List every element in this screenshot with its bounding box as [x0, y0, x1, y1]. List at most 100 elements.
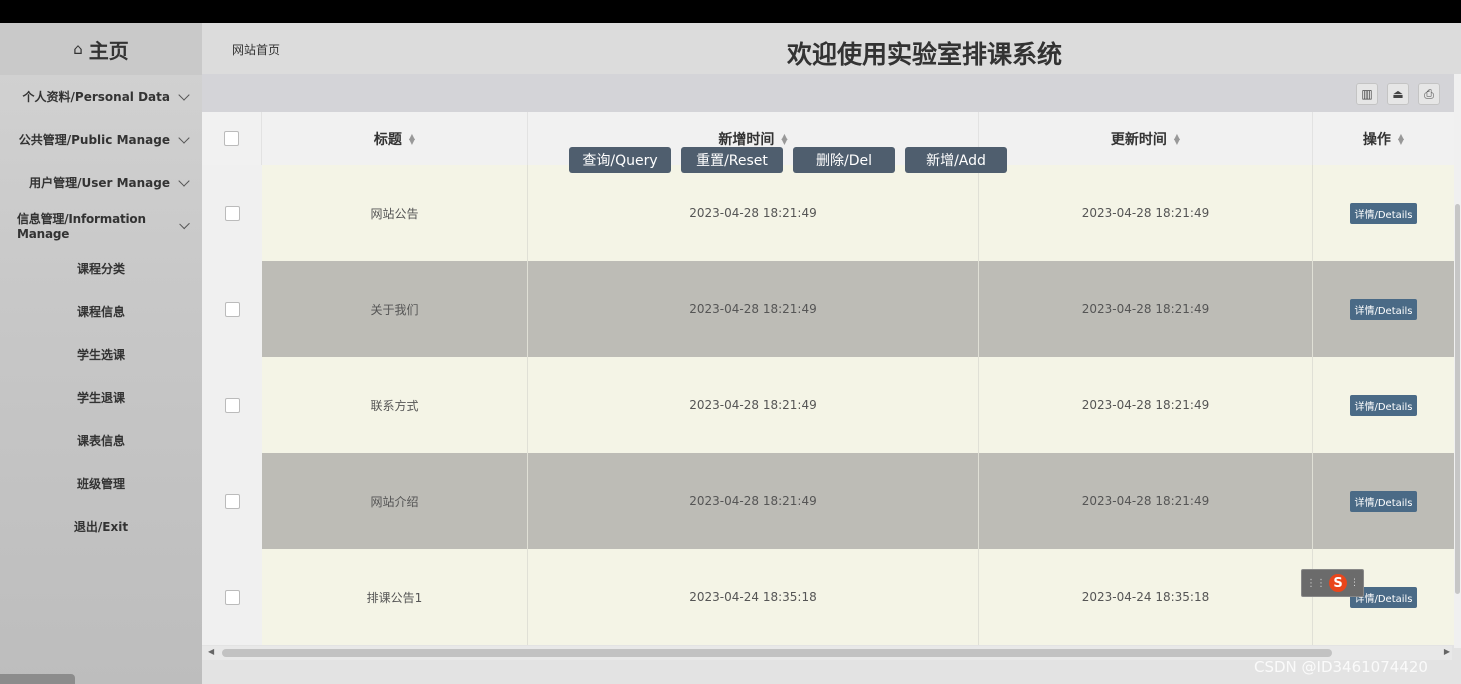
column-label: 更新时间	[1110, 131, 1167, 148]
cell-title: 关于我们	[262, 261, 528, 357]
cell-action: 详情/Details	[1313, 357, 1454, 453]
query-button[interactable]: 查询/Query	[569, 147, 671, 173]
cell-created: 2023-04-28 18:21:49	[528, 165, 979, 261]
submenu-course-info[interactable]: 课程信息	[0, 290, 202, 333]
row-checkbox[interactable]	[224, 301, 240, 317]
menu-label: 公共管理/Public Manage	[18, 133, 170, 147]
row-checkbox[interactable]	[224, 589, 240, 605]
cell-updated: 2023-04-24 18:35:18	[979, 549, 1313, 645]
submenu-student-select[interactable]: 学生选课	[0, 333, 202, 376]
table-row[interactable]: 排课公告1 2023-04-24 18:35:18 2023-04-24 18:35…	[202, 549, 1454, 645]
row-checkbox-cell	[202, 261, 262, 357]
breadcrumb[interactable]: 网站首页	[232, 41, 280, 58]
submenu-student-drop[interactable]: 学生退课	[0, 376, 202, 419]
submenu-schedule-info[interactable]: 课表信息	[0, 419, 202, 462]
home-icon: ⌂	[73, 40, 83, 58]
menu-information-manage[interactable]: 信息管理/Information Manage	[0, 204, 202, 247]
details-button[interactable]: 详情/Details	[1350, 202, 1417, 224]
column-label: 新增时间	[718, 131, 775, 148]
menu-public-manage[interactable]: 公共管理/Public Manage	[0, 118, 202, 161]
chevron-down-icon	[178, 174, 190, 187]
header-checkbox-cell	[202, 112, 262, 165]
cell-created: 2023-04-28 18:21:49	[528, 357, 979, 453]
cell-updated: 2023-04-28 18:21:49	[979, 261, 1313, 357]
grip-icon: ⋮⋮	[1306, 577, 1326, 589]
submenu-course-category[interactable]: 课程分类	[0, 247, 202, 290]
ime-toolbar[interactable]: ⋮⋮ S ⋮	[1301, 569, 1364, 597]
cell-action: 详情/Details	[1313, 261, 1454, 357]
table-row[interactable]: 关于我们 2023-04-28 18:21:49 2023-04-28 18:21:…	[202, 261, 1454, 357]
scroll-left-arrow-icon[interactable]: ◀	[208, 647, 214, 656]
column-label: 标题	[373, 131, 402, 148]
row-checkbox-cell	[202, 357, 262, 453]
column-header-action[interactable]: 操作 ▲ ▼	[1313, 112, 1454, 165]
menu-user-manage[interactable]: 用户管理/User Manage	[0, 161, 202, 204]
details-button[interactable]: 详情/Details	[1350, 298, 1417, 320]
cell-created: 2023-04-28 18:21:49	[528, 453, 979, 549]
cell-action: 详情/Details	[1313, 165, 1454, 261]
menu-label: 信息管理/Information Manage	[17, 212, 146, 241]
sort-icon: ▲ ▼	[781, 131, 788, 146]
menu-label: 用户管理/User Manage	[29, 176, 170, 190]
action-buttons: 查询/Query 重置/Reset 删除/Del 新增/Add	[569, 147, 1007, 173]
cell-title: 联系方式	[262, 357, 528, 453]
row-checkbox-cell	[202, 453, 262, 549]
cell-updated: 2023-04-28 18:21:49	[979, 165, 1313, 261]
cell-updated: 2023-04-28 18:21:49	[979, 453, 1313, 549]
watermark: CSDN @ID3461074420	[1254, 658, 1428, 676]
cell-title: 排课公告1	[262, 549, 528, 645]
sort-icon: ▲ ▼	[1397, 131, 1405, 146]
row-checkbox[interactable]	[224, 205, 240, 221]
table-row[interactable]: 联系方式 2023-04-28 18:21:49 2023-04-28 18:21:…	[202, 357, 1454, 453]
chevron-down-icon	[178, 131, 190, 144]
top-black-bar	[0, 0, 1461, 23]
scroll-right-arrow-icon[interactable]: ▶	[1444, 647, 1450, 656]
row-checkbox[interactable]	[224, 493, 240, 509]
table-row[interactable]: 网站公告 2023-04-28 18:21:49 2023-04-28 18:21:…	[202, 165, 1454, 261]
select-all-checkbox[interactable]	[224, 131, 239, 146]
menu-label: 个人资料/Personal Data	[22, 90, 170, 104]
horizontal-scroll-thumb[interactable]	[222, 649, 1332, 657]
chevron-down-icon	[178, 88, 190, 101]
table-toolbar: ▥ ⏏ ⎙	[202, 74, 1454, 112]
sidebar-menu: 个人资料/Personal Data 公共管理/Public Manage 用户…	[0, 75, 202, 548]
cell-created: 2023-04-28 18:21:49	[528, 261, 979, 357]
column-label: 操作	[1362, 131, 1391, 148]
sort-icon: ▲ ▼	[408, 131, 416, 146]
delete-button[interactable]: 删除/Del	[793, 147, 895, 173]
sort-icon: ▲ ▼	[1173, 131, 1181, 146]
sogou-ime-icon: S	[1329, 574, 1347, 592]
export-icon[interactable]: ⏏	[1387, 83, 1409, 105]
main-area: 网站首页 欢迎使用实验室排课系统 ▥ ⏏ ⎙ 标题 ▲ ▼ 新增时间 ▲ ▼ 更新时间 ▲…	[202, 23, 1461, 684]
reset-button[interactable]: 重置/Reset	[681, 147, 783, 173]
add-button[interactable]: 新增/Add	[905, 147, 1007, 173]
vertical-scrollbar[interactable]	[1454, 74, 1461, 648]
row-checkbox-cell	[202, 549, 262, 645]
submenu-class-manage[interactable]: 班级管理	[0, 462, 202, 505]
sidebar: ⌂ 主页 个人资料/Personal Data 公共管理/Public Mana…	[0, 23, 202, 684]
header: 网站首页 欢迎使用实验室排课系统	[202, 23, 1461, 74]
details-button[interactable]: 详情/Details	[1350, 490, 1417, 512]
row-checkbox-cell	[202, 165, 262, 261]
table-row[interactable]: 网站介绍 2023-04-28 18:21:49 2023-04-28 18:21:…	[202, 453, 1454, 549]
ime-menu-icon[interactable]: ⋮	[1350, 578, 1359, 588]
column-header-updated[interactable]: 更新时间 ▲ ▼	[979, 112, 1313, 165]
print-icon[interactable]: ⎙	[1418, 83, 1440, 105]
cell-action: 详情/Details	[1313, 453, 1454, 549]
column-header-title[interactable]: 标题 ▲ ▼	[262, 112, 528, 165]
columns-icon[interactable]: ▥	[1356, 83, 1378, 105]
cell-action: 详情/Details	[1313, 549, 1454, 645]
cell-updated: 2023-04-28 18:21:49	[979, 357, 1313, 453]
cell-title: 网站介绍	[262, 453, 528, 549]
sidebar-corner-tab	[0, 674, 75, 684]
submenu-exit[interactable]: 退出/Exit	[0, 505, 202, 548]
details-button[interactable]: 详情/Details	[1350, 394, 1417, 416]
page-title: 欢迎使用实验室排课系统	[787, 40, 1063, 69]
vertical-scroll-thumb[interactable]	[1455, 204, 1460, 594]
menu-personal-data[interactable]: 个人资料/Personal Data	[0, 75, 202, 118]
home-label: 主页	[88, 38, 129, 63]
cell-created: 2023-04-24 18:35:18	[528, 549, 979, 645]
cell-title: 网站公告	[262, 165, 528, 261]
row-checkbox[interactable]	[224, 397, 240, 413]
home-link[interactable]: ⌂ 主页	[0, 23, 202, 75]
